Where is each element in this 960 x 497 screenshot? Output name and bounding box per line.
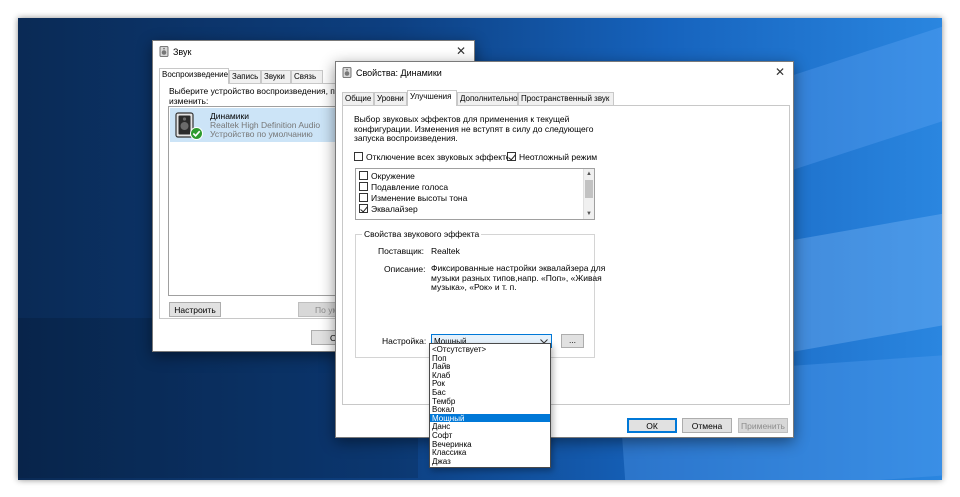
effect-item-voice-cancellation[interactable]: Подавление голоса [356, 181, 582, 192]
effect-checkbox[interactable] [359, 182, 368, 191]
scroll-up-arrow-icon[interactable]: ▲ [584, 169, 594, 179]
apply-button[interactable]: Применить [738, 418, 788, 433]
tab-enhancements[interactable]: Улучшения [407, 90, 457, 106]
effect-item-environment[interactable]: Окружение [356, 170, 582, 181]
sound-ok-button[interactable]: О [311, 330, 337, 345]
preset-option[interactable]: Бас [430, 388, 550, 397]
cancel-button[interactable]: Отмена [682, 418, 732, 433]
immediate-mode-checkbox[interactable] [507, 152, 516, 161]
effect-label: Эквалайзер [371, 204, 418, 214]
tab-general[interactable]: Общие [342, 92, 374, 105]
effect-properties-group: Свойства звукового эффекта Поставщик: Re… [355, 229, 605, 358]
device-list: Динамики Realtek High Definition Audio У… [168, 106, 336, 296]
preset-option[interactable]: Тембр [430, 397, 550, 406]
sound-window-title: Звук [173, 47, 192, 57]
properties-window-title: Свойства: Динамики [356, 68, 442, 78]
preset-option-selected[interactable]: Мощный [430, 413, 550, 423]
effect-checkbox[interactable] [359, 193, 368, 202]
tab-playback[interactable]: Воспроизведение [159, 68, 229, 84]
preset-option[interactable]: Вечеринка [430, 440, 550, 449]
tab-communications[interactable]: Связь [291, 70, 323, 83]
equalizer-preset-dropdown: <Отсутствует> Поп Лайв Клаб Рок Бас Темб… [429, 343, 551, 468]
tab-spatial-sound[interactable]: Пространственный звук [518, 92, 614, 105]
preset-option[interactable]: Клаб [430, 371, 550, 380]
tab-sounds[interactable]: Звуки [261, 70, 291, 83]
device-item-speakers[interactable]: Динамики Realtek High Definition Audio У… [170, 108, 336, 142]
sound-close-button[interactable]: ✕ [448, 41, 474, 63]
sound-titlebar[interactable]: Звук ✕ [153, 41, 474, 63]
preset-option[interactable]: Рок [430, 379, 550, 389]
provider-value: Realtek [431, 246, 460, 256]
properties-titlebar[interactable]: Свойства: Динамики ✕ [336, 62, 793, 84]
device-status: Устройство по умолчанию [210, 129, 313, 139]
effect-item-equalizer[interactable]: Эквалайзер [356, 203, 582, 214]
effect-checkbox[interactable] [359, 171, 368, 180]
preset-option[interactable]: Вокал [430, 405, 550, 414]
enhancements-description: Выбор звуковых эффектов для применения к… [354, 114, 594, 143]
ok-button[interactable]: ОК [627, 418, 677, 433]
equalizer-settings-button[interactable]: ... [561, 334, 584, 348]
playback-instruction: Выберите устройство воспроизведения, пар… [169, 87, 344, 106]
scroll-down-arrow-icon[interactable]: ▼ [584, 209, 594, 219]
speaker-icon [159, 46, 169, 57]
properties-tabs: Общие Уровни Улучшения Дополнительно Про… [342, 90, 790, 106]
preset-option[interactable]: Поп [430, 354, 550, 363]
speaker-icon [342, 67, 352, 78]
disable-all-effects-checkbox[interactable] [354, 152, 363, 161]
immediate-mode-label[interactable]: Неотложный режим [519, 152, 597, 162]
properties-close-button[interactable]: ✕ [767, 62, 793, 84]
effect-label: Окружение [371, 171, 415, 181]
provider-label: Поставщик: [378, 246, 424, 256]
setting-label: Настройка: [382, 336, 427, 346]
preset-option[interactable]: Джаз [430, 457, 550, 466]
effect-properties-title: Свойства звукового эффекта [362, 229, 482, 239]
scroll-thumb[interactable] [585, 180, 593, 198]
tab-levels[interactable]: Уровни [374, 92, 407, 105]
preset-option[interactable]: Классика [430, 448, 550, 457]
preset-option[interactable]: <Отсутствует> [430, 345, 550, 354]
description-label: Описание: [384, 264, 426, 274]
configure-button[interactable]: Настроить [169, 302, 221, 317]
effect-checkbox[interactable] [359, 204, 368, 213]
enhancements-panel: Выбор звуковых эффектов для применения к… [342, 105, 790, 405]
speaker-properties-window: Свойства: Динамики ✕ Общие Уровни Улучше… [335, 61, 794, 438]
effect-label: Подавление голоса [371, 182, 449, 192]
effects-scrollbar[interactable]: ▲ ▼ [583, 169, 594, 219]
preset-option[interactable]: Данс [430, 422, 550, 432]
preset-option[interactable]: Софт [430, 431, 550, 440]
default-device-check-icon [190, 127, 203, 140]
tab-advanced[interactable]: Дополнительно [457, 92, 518, 105]
effect-label: Изменение высоты тона [371, 193, 468, 203]
description-value: Фиксированные настройки эквалайзера для … [431, 263, 606, 292]
tab-recording[interactable]: Запись [229, 70, 261, 83]
disable-all-effects-label[interactable]: Отключение всех звуковых эффектов [366, 152, 515, 162]
preset-option[interactable]: Лайв [430, 362, 550, 371]
effect-item-pitch-shift[interactable]: Изменение высоты тона [356, 192, 582, 203]
effects-list: Окружение Подавление голоса Изменение вы… [355, 168, 595, 220]
